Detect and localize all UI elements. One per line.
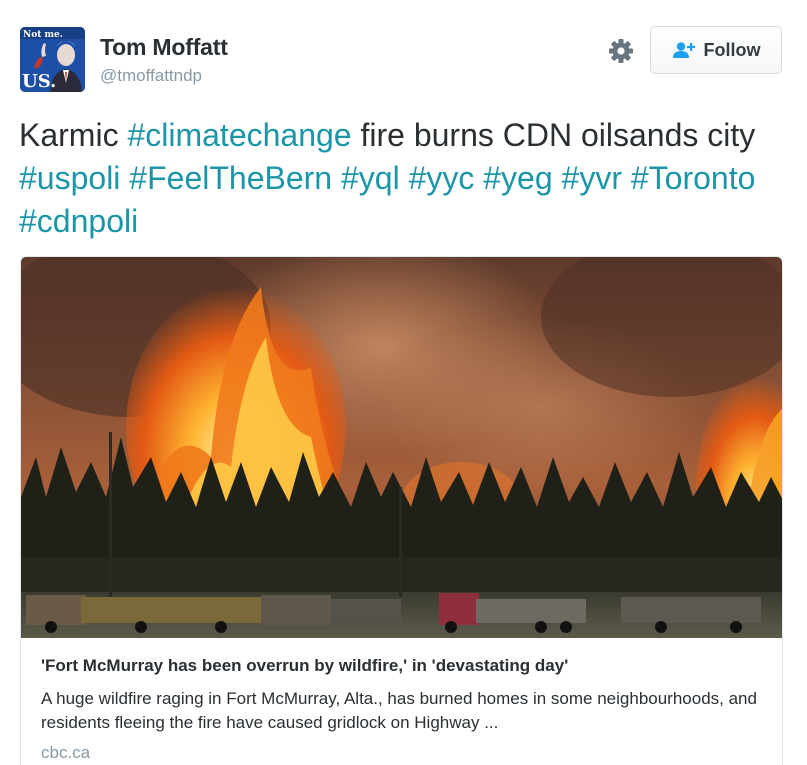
tweet-text-segment: [622, 160, 631, 196]
tweet: Not me. US. Tom Moffatt @tmoffattndp Fol…: [0, 0, 807, 765]
hashtag-link[interactable]: #yql: [341, 160, 400, 196]
hashtag-link[interactable]: #FeelTheBern: [129, 160, 332, 196]
user-handle[interactable]: @tmoffattndp: [100, 66, 202, 86]
card-title[interactable]: 'Fort McMurray has been overrun by wildf…: [41, 656, 568, 676]
hashtag-link[interactable]: #yeg: [483, 160, 552, 196]
hashtag-link[interactable]: #uspoli: [19, 160, 120, 196]
add-user-icon: [672, 42, 695, 58]
card-image[interactable]: [21, 257, 782, 638]
avatar-bottom-text: US.: [22, 71, 56, 92]
hashtag-link[interactable]: #cdnpoli: [19, 203, 138, 239]
tweet-text-segment: [474, 160, 483, 196]
gear-icon[interactable]: [607, 37, 635, 65]
follow-button[interactable]: Follow: [650, 26, 782, 74]
hashtag-link[interactable]: #climatechange: [127, 117, 351, 153]
link-card[interactable]: 'Fort McMurray has been overrun by wildf…: [20, 256, 783, 765]
follow-label: Follow: [703, 39, 761, 60]
hashtag-link[interactable]: #yyc: [409, 160, 475, 196]
tweet-text-segment: [332, 160, 341, 196]
tweet-text-segment: [400, 160, 409, 196]
user-name[interactable]: Tom Moffatt: [100, 34, 228, 61]
tweet-text-segment: [120, 160, 129, 196]
avatar[interactable]: Not me. US.: [20, 27, 85, 92]
card-domain: cbc.ca: [41, 743, 91, 762]
tweet-text-segment: Karmic: [19, 117, 128, 153]
hashtag-link[interactable]: #yvr: [562, 160, 622, 196]
hashtag-link[interactable]: #Toronto: [631, 160, 756, 196]
card-description: A huge wildfire raging in Fort McMurray,…: [41, 689, 757, 732]
tweet-text-segment: fire burns CDN oilsands city: [351, 117, 756, 153]
tweet-text: Karmic #climatechange fire burns CDN oil…: [19, 114, 789, 243]
avatar-top-text: Not me.: [23, 30, 63, 40]
avatar-image: Not me. US.: [20, 27, 85, 92]
tweet-text-segment: [553, 160, 562, 196]
